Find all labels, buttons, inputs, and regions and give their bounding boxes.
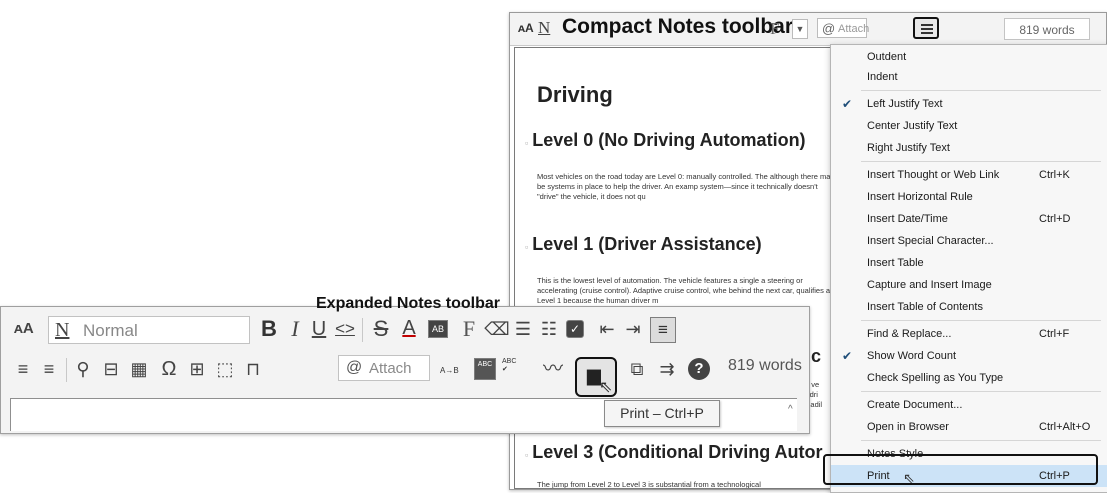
spellcheck-grid-icon[interactable]: ABC xyxy=(474,358,496,380)
numbered-list-icon[interactable]: ☷ xyxy=(536,315,562,343)
underline-icon[interactable]: U xyxy=(306,315,332,343)
calendar-icon[interactable]: ▦ xyxy=(126,355,152,383)
menu-item-center-justify[interactable]: Center Justify Text xyxy=(831,116,1107,136)
word-count-display: 819 words xyxy=(728,357,802,374)
bold-icon[interactable]: B xyxy=(256,315,282,343)
section-heading-level-3: ▫ Level 3 (Conditional Driving Autor xyxy=(525,442,823,462)
section-heading-level-0: ▫ Level 0 (No Driving Automation) xyxy=(525,130,806,150)
open-external-icon[interactable]: ⧉ xyxy=(624,355,650,383)
omega-icon[interactable]: Ω xyxy=(156,355,182,383)
menu-item-open-browser[interactable]: Open in Browser Ctrl+Alt+O xyxy=(831,417,1107,437)
help-icon[interactable]: ? xyxy=(688,358,710,380)
center-justify-icon[interactable]: ≡ xyxy=(10,355,36,383)
word-count-display: 819 words xyxy=(1004,18,1090,40)
attach-label: Attach xyxy=(369,360,412,377)
section-text-level-0: Most vehicles on the road today are Leve… xyxy=(537,172,835,201)
menu-item-table-of-contents[interactable]: Insert Table of Contents xyxy=(831,297,1107,317)
style-normal-icon: N xyxy=(55,319,70,341)
spellcheck-icon[interactable]: ABC ✔ xyxy=(502,358,516,373)
section-text-level-3: The jump from Level 2 to Level 3 is subs… xyxy=(537,480,761,489)
link-icon[interactable]: ⚲ xyxy=(70,355,96,383)
checkbox-list-icon[interactable]: ✓ xyxy=(566,320,584,338)
expanded-toolbar-title: Expanded Notes toolbar xyxy=(316,295,501,312)
menu-item-insert-link[interactable]: Insert Thought or Web Link Ctrl+K xyxy=(831,165,1107,185)
paperclip-icon: @ xyxy=(822,21,836,36)
section-text-level-1: This is the lowest level of automation. … xyxy=(537,276,834,305)
font-icon[interactable]: F xyxy=(456,315,482,343)
italic-icon[interactable]: I xyxy=(282,315,308,343)
bulleted-list-icon[interactable]: ☰ xyxy=(510,315,536,343)
document-heading: Driving xyxy=(537,82,613,107)
outdent-icon[interactable]: ⇤ xyxy=(594,315,620,343)
left-justify-icon[interactable]: ≡ xyxy=(650,317,676,343)
horizontal-rule-icon[interactable]: ⊟ xyxy=(98,355,124,383)
scroll-up-icon[interactable]: ^ xyxy=(788,404,793,415)
menu-item-insert-rule[interactable]: Insert Horizontal Rule xyxy=(831,187,1107,207)
menu-item-indent[interactable]: Indent xyxy=(831,67,1107,87)
menu-item-insert-table[interactable]: Insert Table xyxy=(831,253,1107,273)
menu-item-show-word-count[interactable]: ✔ Show Word Count xyxy=(831,346,1107,366)
strikethrough-icon[interactable]: S xyxy=(368,315,394,343)
menu-item-outdent[interactable]: Outdent xyxy=(831,47,1107,67)
menu-item-create-document[interactable]: Create Document... xyxy=(831,395,1107,415)
expand-toolbar-icon[interactable]: ⇉ xyxy=(654,355,680,383)
checkmark-icon: ✔ xyxy=(842,97,853,111)
menu-item-left-justify[interactable]: ✔ Left Justify Text xyxy=(831,94,1107,114)
font-size-icon[interactable]: ᴀA xyxy=(14,320,34,337)
print-highlight-box xyxy=(823,454,1098,485)
section-heading-level-1: ▫ Level 1 (Driver Assistance) xyxy=(525,234,762,254)
compact-notes-toolbar: ᴀA N Compact Notes toolbar F ▼ @ Attach … xyxy=(510,13,1106,46)
compact-toolbar-title: Compact Notes toolbar xyxy=(562,15,794,38)
print-button[interactable]: ▆ ⇖ xyxy=(575,357,617,397)
font-icon[interactable]: F xyxy=(770,19,779,39)
menu-item-insert-date[interactable]: Insert Date/Time Ctrl+D xyxy=(831,209,1107,229)
toolbar-menu-button[interactable] xyxy=(913,17,939,39)
attach-label: Attach xyxy=(838,23,870,35)
menu-item-capture-image[interactable]: Capture and Insert Image xyxy=(831,275,1107,295)
code-icon[interactable]: <> xyxy=(332,315,358,343)
style-value: Normal xyxy=(83,321,138,340)
mustache-icon[interactable]: 〰 xyxy=(540,355,566,383)
paragraph-style-select[interactable]: N Normal xyxy=(48,316,250,344)
checkmark-icon: ✔ xyxy=(842,349,853,363)
indent-icon[interactable]: ⇥ xyxy=(620,315,646,343)
capture-image-icon[interactable]: ⬚ xyxy=(212,355,238,383)
menu-item-check-spelling[interactable]: Check Spelling as You Type xyxy=(831,368,1107,388)
attach-button[interactable]: @ Attach xyxy=(817,18,870,38)
attach-button[interactable]: @ Attach xyxy=(338,355,430,381)
table-icon[interactable]: ⊞ xyxy=(184,355,210,383)
menu-item-find-replace[interactable]: Find & Replace... Ctrl+F xyxy=(831,324,1107,344)
paperclip-icon: @ xyxy=(346,359,363,376)
find-replace-icon[interactable]: A→B xyxy=(440,366,459,375)
menu-item-right-justify[interactable]: Right Justify Text xyxy=(831,138,1107,158)
font-size-icon[interactable]: ᴀA xyxy=(518,21,534,35)
highlight-icon[interactable]: AB xyxy=(428,320,448,338)
eraser-icon[interactable]: ⌫ xyxy=(484,315,510,343)
dropdown-arrow-icon[interactable]: ▼ xyxy=(792,19,808,39)
toolbar-context-menu: Outdent Indent ✔ Left Justify Text Center… xyxy=(830,44,1107,493)
menu-item-special-char[interactable]: Insert Special Character... xyxy=(831,231,1107,251)
print-tooltip: Print – Ctrl+P xyxy=(604,400,720,427)
right-justify-icon[interactable]: ≡ xyxy=(36,355,62,383)
style-normal-icon[interactable]: N xyxy=(538,18,550,38)
book-icon[interactable]: ⊓ xyxy=(240,355,266,383)
mouse-cursor-icon: ⇖ xyxy=(599,379,613,396)
text-color-icon[interactable]: A xyxy=(396,314,422,342)
